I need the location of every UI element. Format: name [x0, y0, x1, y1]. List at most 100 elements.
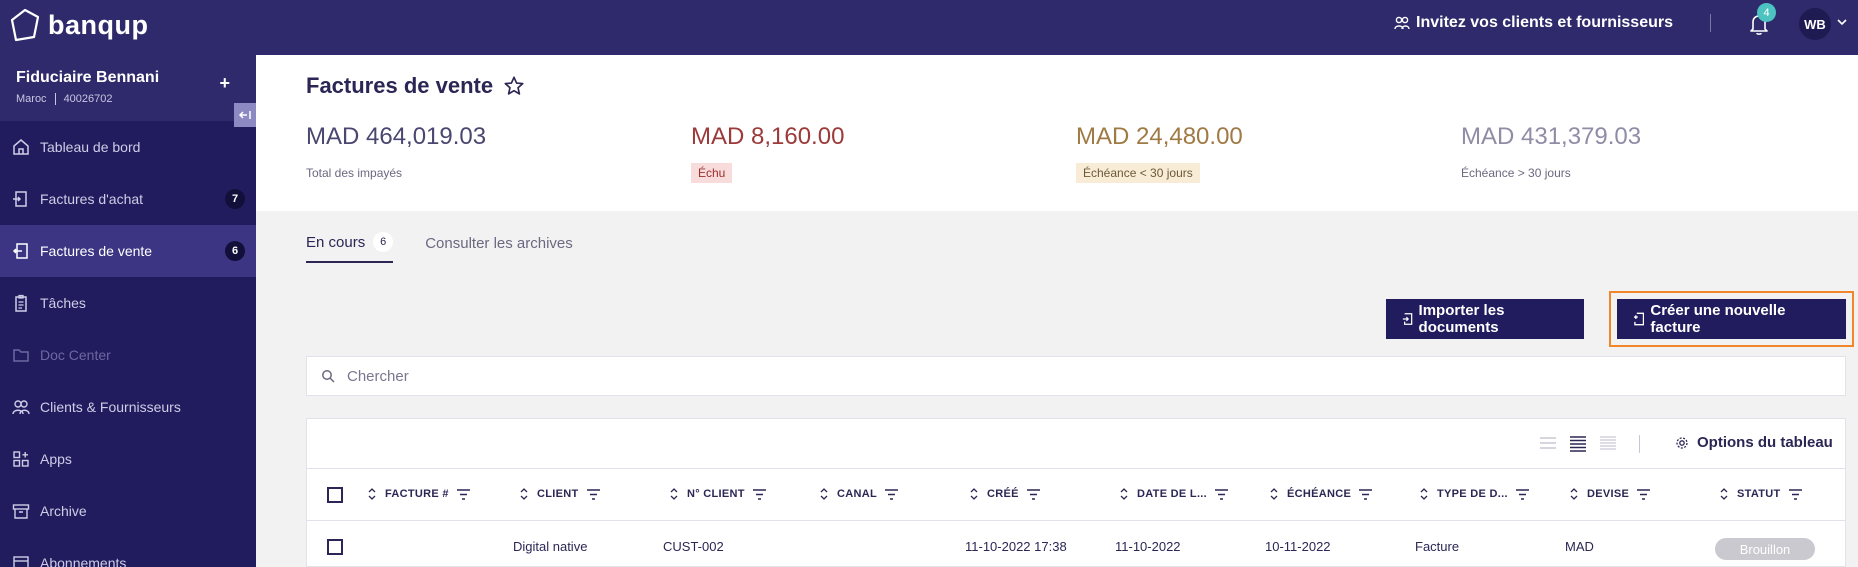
search-input[interactable]: [347, 367, 947, 385]
filter-icon[interactable]: [456, 488, 470, 500]
people-icon: [1394, 16, 1410, 30]
sidebar-item-clients-suppliers[interactable]: Clients & Fournisseurs: [0, 381, 256, 433]
sidebar-item-dashboard[interactable]: Tableau de bord: [0, 121, 256, 173]
sort-icon[interactable]: [969, 487, 979, 501]
filter-icon[interactable]: [885, 488, 898, 500]
stat-value: MAD 431,379.03: [1461, 123, 1642, 150]
notification-badge: 4: [1757, 3, 1776, 22]
org-id: 40026702: [63, 93, 113, 105]
dense-view-icon[interactable]: [1599, 434, 1617, 452]
sidebar-item-label: Tâches: [40, 295, 86, 311]
stat-overdue: MAD 8,160.00 Échu: [691, 123, 844, 183]
sidebar-item-label: Factures de vente: [40, 243, 153, 259]
column-header-client-number[interactable]: N° CLIENT: [669, 487, 766, 501]
sort-icon[interactable]: [367, 487, 377, 501]
sidebar-item-tasks[interactable]: Tâches: [0, 277, 256, 329]
table-options-button[interactable]: Options du tableau: [1675, 434, 1833, 451]
subscription-icon: [13, 556, 29, 567]
default-view-icon[interactable]: [1569, 434, 1587, 452]
table-row[interactable]: Digital native CUST-002 11-10-2022 17:38…: [307, 521, 1845, 567]
select-all-checkbox[interactable]: [327, 487, 343, 503]
brand-logo[interactable]: banqup: [10, 8, 148, 42]
org-country: Maroc: [16, 93, 47, 105]
column-header-date[interactable]: DATE DE L...: [1119, 487, 1229, 501]
sidebar-item-apps[interactable]: Apps: [0, 433, 256, 485]
create-invoice-button[interactable]: Créer une nouvelle facture: [1617, 299, 1846, 339]
chevron-down-icon[interactable]: [1836, 16, 1848, 28]
stat-label: Total des impayés: [306, 166, 403, 180]
sort-icon[interactable]: [1119, 487, 1129, 501]
add-org-button[interactable]: +: [219, 73, 230, 94]
column-label: DEVISE: [1587, 488, 1630, 500]
filter-icon[interactable]: [1788, 488, 1802, 500]
column-header-client[interactable]: CLIENT: [519, 487, 600, 501]
filter-icon[interactable]: [1215, 488, 1229, 500]
column-label: CLIENT: [537, 488, 579, 500]
column-header-currency[interactable]: DEVISE: [1569, 487, 1651, 501]
column-header-invoice[interactable]: FACTURE #: [367, 487, 470, 501]
collapse-sidebar-button[interactable]: [234, 103, 256, 127]
import-label: Importer les documents: [1418, 302, 1505, 336]
sidebar-item-purchase-invoices[interactable]: Factures d'achat 7: [0, 173, 256, 225]
filter-icon[interactable]: [1515, 488, 1529, 500]
status-badge: Brouillon: [1715, 538, 1815, 560]
tab-archives[interactable]: Consulter les archives: [425, 232, 573, 263]
tab-in-progress[interactable]: En cours 6: [306, 232, 394, 263]
sidebar-item-label: Factures d'achat: [40, 191, 144, 207]
logo-icon: [10, 8, 40, 42]
top-bar: banqup Invitez vos clients et fournisseu…: [0, 0, 1858, 55]
filter-icon[interactable]: [1637, 488, 1651, 500]
sort-icon[interactable]: [1419, 487, 1429, 501]
cell-due: 10-11-2022: [1265, 539, 1331, 554]
table-header: FACTURE # CLIENT N° CLIENT CANAL CRÉÉ DA…: [307, 469, 1845, 521]
avatar[interactable]: WB: [1799, 8, 1831, 40]
row-checkbox[interactable]: [327, 539, 343, 555]
star-icon[interactable]: [503, 75, 525, 97]
column-label: FACTURE #: [385, 488, 449, 500]
filter-icon[interactable]: [1026, 488, 1040, 500]
column-label: ÉCHÉANCE: [1287, 488, 1352, 500]
column-header-doc-type[interactable]: TYPE DE D...: [1419, 487, 1529, 501]
compact-view-icon[interactable]: [1539, 434, 1557, 452]
sidebar-item-label: Tableau de bord: [40, 139, 141, 155]
column-header-due[interactable]: ÉCHÉANCE: [1269, 487, 1373, 501]
sidebar-item-label: Archive: [40, 503, 87, 519]
column-header-channel[interactable]: CANAL: [819, 487, 898, 501]
divider: [1639, 435, 1640, 453]
import-documents-button[interactable]: Importer les documents: [1386, 299, 1584, 339]
invite-button[interactable]: Invitez vos clients et fournisseurs: [1394, 14, 1673, 32]
filter-icon[interactable]: [1359, 488, 1373, 500]
tabs: En cours 6 Consulter les archives: [306, 232, 573, 263]
sidebar-item-sales-invoices[interactable]: Factures de vente 6: [0, 225, 256, 277]
column-header-status[interactable]: STATUT: [1719, 487, 1802, 501]
search-bar: [306, 356, 1846, 396]
org-switcher[interactable]: Fiduciaire Bennani Maroc 40026702 +: [0, 55, 256, 121]
sort-icon[interactable]: [819, 487, 829, 501]
column-label: STATUT: [1737, 488, 1781, 500]
stat-label: Échéance > 30 jours: [1461, 166, 1571, 180]
column-label: DATE DE L...: [1137, 488, 1208, 500]
sort-icon[interactable]: [519, 487, 529, 501]
divider: [1710, 14, 1711, 32]
column-header-created[interactable]: CRÉÉ: [969, 487, 1040, 501]
stat-value: MAD 24,480.00: [1076, 123, 1243, 150]
stat-label: Échéance < 30 jours: [1076, 163, 1200, 183]
sort-icon[interactable]: [669, 487, 679, 501]
page-title: Factures de vente: [306, 73, 525, 99]
brand-name: banqup: [48, 9, 149, 40]
stat-total-unpaid: MAD 464,019.03 Total des impayés: [306, 123, 486, 183]
sort-icon[interactable]: [1719, 487, 1729, 501]
count-badge: 6: [373, 232, 394, 252]
filter-icon[interactable]: [752, 488, 766, 500]
sidebar-item-archive[interactable]: Archive: [0, 485, 256, 537]
sort-icon[interactable]: [1569, 487, 1579, 501]
count-badge: 7: [225, 189, 245, 209]
table-options-label: Options du tableau: [1697, 434, 1833, 451]
sidebar-item-label: Abonnements: [40, 555, 127, 567]
invite-label: Invitez vos clients et fournisseurs: [1416, 14, 1673, 31]
filter-icon[interactable]: [586, 488, 600, 500]
sidebar-item-subscriptions[interactable]: Abonnements: [0, 537, 256, 567]
sort-icon[interactable]: [1269, 487, 1279, 501]
page-title-text: Factures de vente: [306, 73, 494, 98]
gear-icon: [1676, 436, 1688, 449]
